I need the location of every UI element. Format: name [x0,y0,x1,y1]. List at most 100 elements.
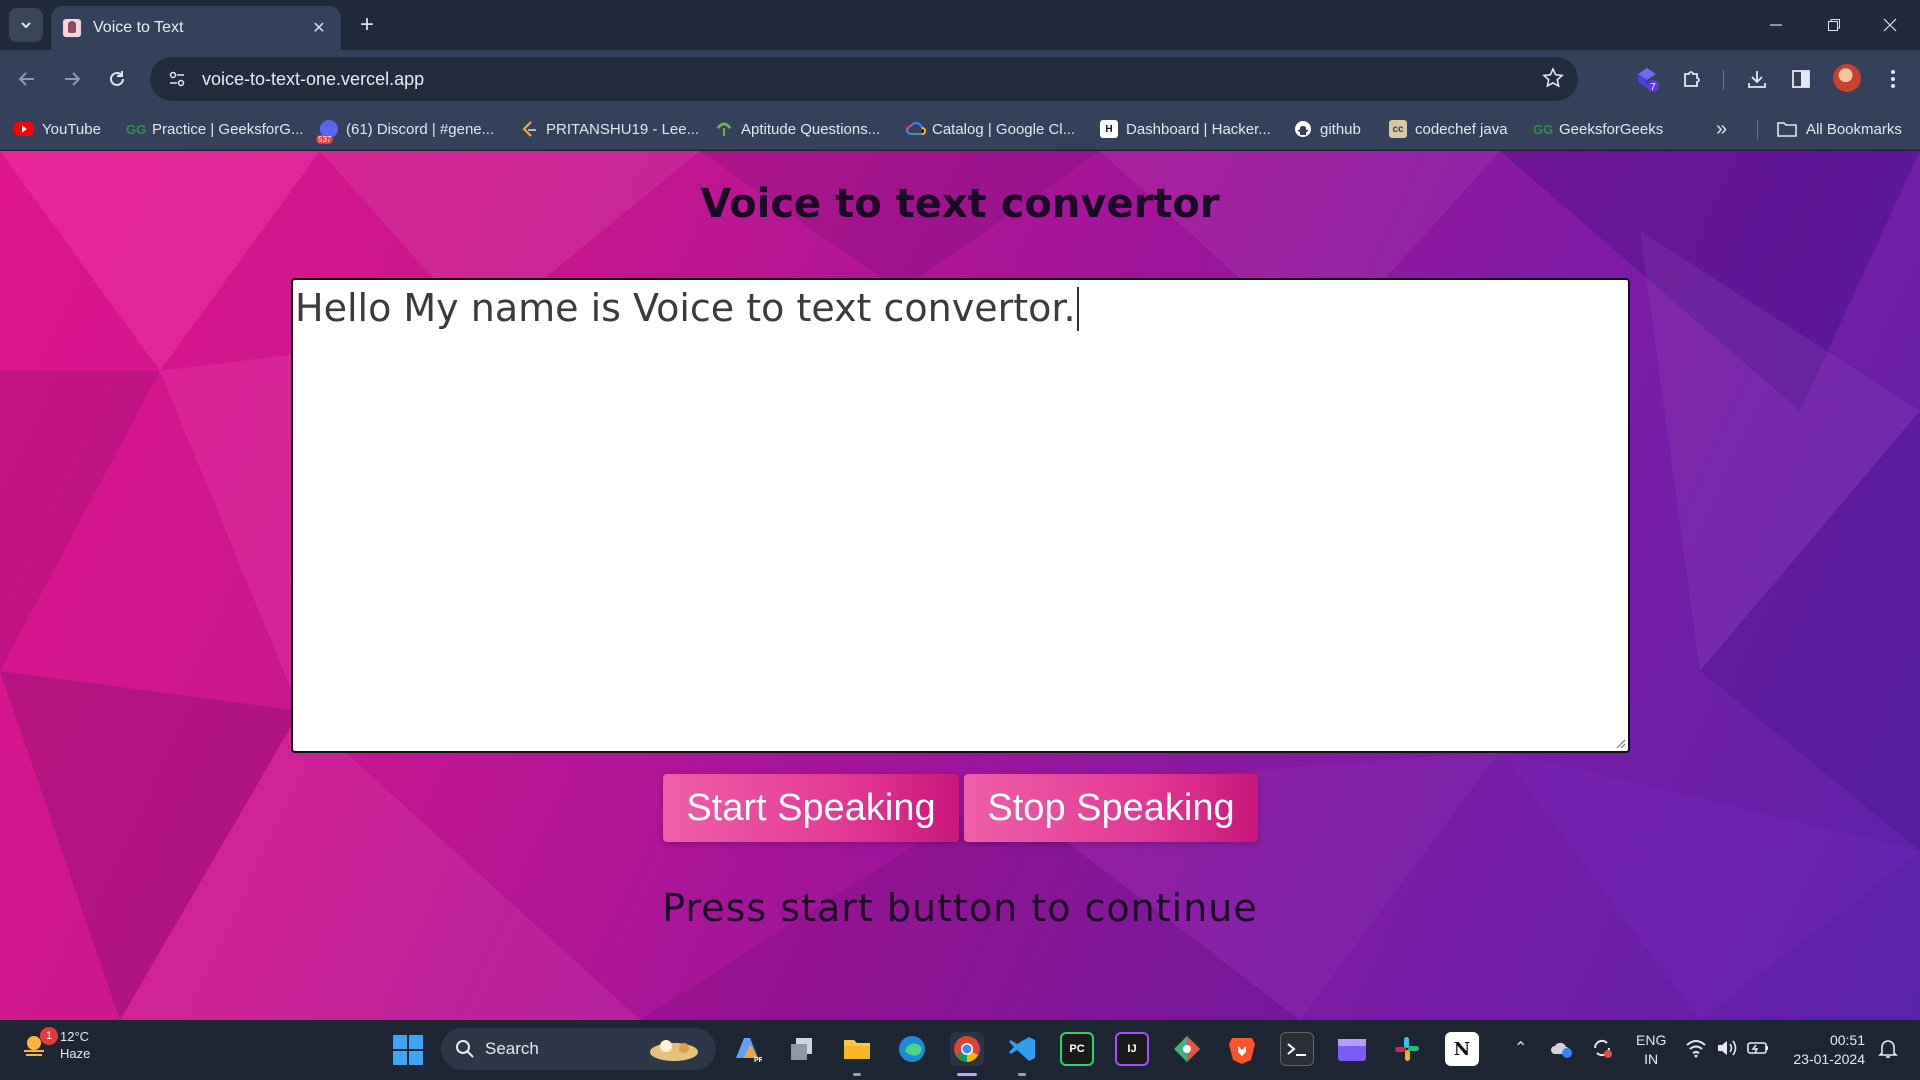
weather-alert-badge: 1 [40,1027,58,1045]
weather-temp: 12°C [60,1029,90,1044]
toolbar-divider [1723,70,1724,90]
search-highlight-icon [650,1040,698,1061]
brave-icon[interactable] [1225,1032,1259,1066]
page-title: Voice to text convertor [700,181,1220,227]
bookmark-label: Dashboard | Hacker... [1126,120,1271,138]
weather-widget[interactable]: 1 12°C Haze [20,1027,90,1062]
downloads-button[interactable] [1740,62,1774,96]
git-client-icon[interactable] [1170,1032,1204,1066]
file-explorer-icon[interactable] [840,1032,874,1066]
region-code: IN [1644,1051,1659,1067]
terminal-icon[interactable] [1280,1032,1314,1066]
bookmark-discord[interactable]: 537 (61) Discord | #gene... [316,108,494,150]
bookmark-star-icon[interactable] [1542,67,1564,89]
browser-toolbar: voice-to-text-one.vercel.app 7 [0,50,1920,108]
edge-icon[interactable] [895,1032,929,1066]
bookmark-label: codechef java [1415,120,1508,138]
site-settings-icon[interactable] [164,66,190,92]
all-bookmarks-button[interactable]: All Bookmarks [1776,108,1902,150]
status-message: Press start button to continue [662,886,1258,930]
close-tab-icon[interactable]: ✕ [309,18,329,38]
more-bookmarks-button[interactable]: » [1716,118,1727,141]
bookmark-google-cloud[interactable]: Catalog | Google Cl... [906,108,1075,150]
bookmark-label: Aptitude Questions... [741,120,881,138]
geeksforgeeks-icon: GG [126,121,147,137]
system-clock[interactable]: 00:51 23-01-2024 [1785,1031,1865,1069]
pycharm-icon[interactable]: PC [1060,1032,1094,1066]
minimize-button[interactable] [1756,10,1796,40]
onedrive-icon[interactable] [1550,1036,1574,1060]
input-language-indicator[interactable]: ENG IN [1636,1031,1666,1069]
address-bar[interactable]: voice-to-text-one.vercel.app [150,57,1578,101]
battery-icon[interactable] [1746,1036,1770,1060]
bookmark-geeksforgeeks[interactable]: GG GeeksforGeeks [1533,108,1663,150]
notification-bell-icon[interactable] [1876,1037,1900,1061]
start-speaking-button[interactable]: Start Speaking [663,774,959,842]
side-panel-button[interactable] [1784,62,1818,96]
bookmark-label: github [1320,120,1361,138]
bookmark-youtube[interactable]: YouTube [14,108,101,150]
close-window-button[interactable] [1870,10,1910,40]
discord-icon: 537 [316,120,338,144]
bookmark-aptitude[interactable]: Aptitude Questions... [715,108,880,150]
tray-overflow-chevron[interactable]: ⌃ [1514,1038,1527,1058]
bookmark-hackerrank[interactable]: H Dashboard | Hacker... [1100,108,1271,150]
chrome-icon[interactable] [950,1032,984,1066]
tab-strip: Voice to Text ✕ + [0,0,1920,50]
resize-grip-icon[interactable] [1614,737,1626,749]
new-tab-button[interactable]: + [352,10,382,40]
bookmark-github[interactable]: github [1294,108,1361,150]
clock-date: 23-01-2024 [1793,1051,1865,1067]
reload-button[interactable] [100,62,134,96]
task-view-icon[interactable] [785,1032,819,1066]
text-caret [1076,287,1079,331]
bookmark-leetcode[interactable]: PRITANSHU19 - Lee... [520,108,699,150]
volume-icon[interactable] [1715,1036,1739,1060]
chrome-menu-button[interactable] [1876,62,1910,96]
extensions-button[interactable] [1675,62,1709,96]
stop-speaking-button[interactable]: Stop Speaking [964,774,1258,842]
sync-icon[interactable] [1590,1036,1614,1060]
copilot-app-icon[interactable]: PRE [730,1032,764,1066]
slack-icon[interactable] [1390,1032,1424,1066]
active-app-indicator [957,1073,977,1076]
browser-tab[interactable]: Voice to Text ✕ [51,6,341,50]
bookmark-codechef[interactable]: cc codechef java [1389,108,1508,150]
indiabix-icon [715,120,733,138]
windows-start-icon[interactable] [392,1034,424,1066]
notification-badge: 537 [316,135,334,144]
wifi-icon[interactable] [1684,1036,1708,1060]
intellij-icon[interactable]: IJ [1115,1032,1149,1066]
forward-button[interactable] [55,62,89,96]
all-bookmarks-label: All Bookmarks [1806,120,1902,138]
bookmark-practice-gfg[interactable]: GG Practice | GeeksforG... [126,108,303,150]
haze-icon: 1 [20,1027,58,1061]
notion-icon[interactable]: N [1445,1032,1479,1066]
bookmark-label: YouTube [42,120,101,138]
puzzle-icon [1684,71,1700,87]
url-text[interactable]: voice-to-text-one.vercel.app [202,69,424,90]
back-button[interactable] [10,62,44,96]
github-icon [1294,120,1312,138]
bookmarks-bar: YouTube GG Practice | GeeksforG... 537 (… [0,108,1920,150]
profile-avatar[interactable] [1833,64,1861,92]
running-indicator [1018,1073,1026,1076]
tab-search-button[interactable] [9,8,43,42]
svg-text:7: 7 [1650,82,1656,93]
restore-button[interactable] [1814,10,1854,40]
extension-pinned-button[interactable]: 7 [1630,62,1664,96]
svg-text:PRE: PRE [754,1057,762,1064]
transcript-textarea[interactable]: Hello My name is Voice to text convertor… [291,278,1630,753]
vscode-icon[interactable] [1005,1032,1039,1066]
transcript-text: Hello My name is Voice to text convertor… [295,286,1076,330]
search-label: Search [485,1039,539,1058]
clipchamp-icon[interactable] [1335,1032,1369,1066]
restore-icon [1828,19,1840,31]
extension-badge-icon: 7 [1638,68,1659,93]
windows-taskbar: 1 12°C Haze Search PRE PC IJ N ⌃ ENG IN … [0,1020,1920,1080]
bookmark-label: Practice | GeeksforG... [152,120,304,138]
close-icon [1883,18,1897,32]
taskbar-search[interactable]: Search [441,1028,716,1070]
geeksforgeeks-icon: GG [1533,121,1554,137]
google-cloud-icon [906,120,926,138]
